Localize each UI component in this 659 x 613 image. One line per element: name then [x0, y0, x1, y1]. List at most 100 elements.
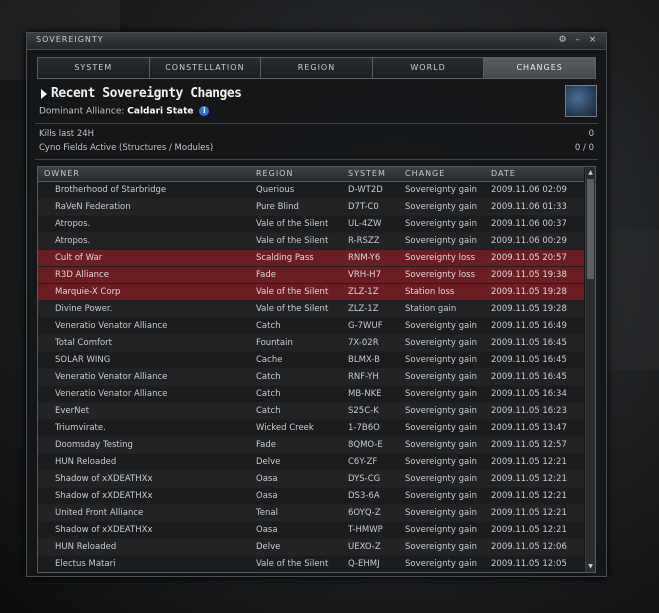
table-row[interactable]: SOLAR WING Cache BLMX-B Sovereignty gain 200… — [38, 352, 584, 369]
change-cell: Sovereignty gain — [405, 202, 477, 212]
info-icon[interactable]: i — [199, 106, 210, 116]
table-row[interactable]: Cult of War Scalding Pass RNM-Y6 Sovereignt… — [38, 250, 584, 267]
expand-arrow-icon — [41, 89, 47, 99]
region-cell: Fountain — [256, 338, 293, 348]
system-cell: UL-4ZW — [348, 219, 382, 229]
table-row[interactable]: Atropos. Vale of the Silent R-RSZZ Sovereig… — [38, 233, 584, 250]
system-cell: C6Y-ZF — [348, 457, 378, 467]
change-cell: Sovereignty loss — [405, 270, 476, 280]
owner-cell: Total Comfort — [55, 338, 112, 348]
region-cell: Catch — [256, 321, 281, 331]
system-cell: RNM-Y6 — [348, 253, 381, 263]
window-titlebar[interactable]: SOVEREIGNTY ⚙ – × — [27, 33, 606, 50]
table-row[interactable]: Atropos. Vale of the Silent UL-4ZW Sovereig… — [38, 216, 584, 233]
system-cell: MB-NKE — [348, 389, 382, 399]
table-row[interactable]: Electus Matari Vale of the Silent Q-EHMJ So… — [38, 556, 584, 572]
owner-cell: Shadow of xXDEATHXx — [55, 525, 153, 535]
region-cell: Vale of the Silent — [256, 236, 329, 246]
change-cell: Sovereignty gain — [405, 219, 477, 229]
table-row[interactable]: Divine Power. Vale of the Silent ZLZ-1Z Sta… — [38, 301, 584, 318]
minimize-icon[interactable]: – — [572, 35, 583, 46]
date-cell: 2009.11.05 16:45 — [491, 338, 567, 348]
date-cell: 2009.11.05 12:06 — [491, 542, 567, 552]
table-row[interactable]: Total Comfort Fountain 7X-02R Sovereignty g… — [38, 335, 584, 352]
tab-constellation[interactable]: CONSTELLATION — [149, 58, 262, 78]
column-header-system[interactable]: SYSTEM — [348, 169, 386, 178]
owner-cell: Doomsday Testing — [55, 440, 133, 450]
change-cell: Sovereignty gain — [405, 406, 477, 416]
table-row[interactable]: HUN Reloaded Delve C6Y-ZF Sovereignty gain 2… — [38, 454, 584, 471]
change-cell: Sovereignty gain — [405, 559, 477, 569]
table-row[interactable]: RaVeN Federation Pure Blind D7T-C0 Sovereig… — [38, 199, 584, 216]
change-cell: Sovereignty gain — [405, 508, 477, 518]
region-cell: Cache — [256, 355, 283, 365]
scroll-up-icon[interactable]: ▲ — [587, 169, 594, 176]
table-row[interactable]: HUN Reloaded Delve UEXO-Z Sovereignty gain 2… — [38, 539, 584, 556]
change-cell: Station gain — [405, 304, 457, 314]
table-row[interactable]: R3D Alliance Fade VRH-H7 Sovereignty loss 20… — [38, 267, 584, 284]
system-cell: D7T-C0 — [348, 202, 379, 212]
region-cell: Catch — [256, 406, 281, 416]
settings-icon[interactable]: ⚙ — [557, 35, 568, 46]
owner-cell: Marquie-X Corp — [55, 287, 121, 297]
date-cell: 2009.11.05 16:23 — [491, 406, 567, 416]
system-cell: T-HMWP — [348, 525, 383, 535]
tab-changes[interactable]: CHANGES — [484, 58, 595, 78]
scroll-thumb[interactable] — [587, 179, 594, 279]
table-row[interactable]: Veneratio Venator Alliance Catch RNF-YH Sov… — [38, 369, 584, 386]
system-cell: D-WT2D — [348, 185, 383, 195]
region-cell: Pure Blind — [256, 202, 299, 212]
tab-world[interactable]: WORLD — [372, 58, 485, 78]
column-header-owner[interactable]: OWNER — [44, 169, 80, 178]
cyno-value: 0 / 0 — [574, 143, 594, 153]
date-cell: 2009.11.05 16:45 — [491, 372, 567, 382]
table-row[interactable]: Shadow of xXDEATHXx Oasa DS3-6A Sovereignty… — [38, 488, 584, 505]
region-cell: Delve — [256, 457, 281, 467]
system-cell: R-RSZZ — [348, 236, 380, 246]
system-cell: S25C-K — [348, 406, 379, 416]
system-cell: 6OYQ-Z — [348, 508, 381, 518]
system-cell: ZLZ-1Z — [348, 287, 379, 297]
table-row[interactable]: Doomsday Testing Fade 8QMO-E Sovereignty ga… — [38, 437, 584, 454]
table-row[interactable]: Veneratio Venator Alliance Catch G-7WUF Sov… — [38, 318, 584, 335]
change-cell: Sovereignty gain — [405, 542, 477, 552]
owner-cell: Veneratio Venator Alliance — [55, 389, 168, 399]
scroll-down-icon[interactable]: ▼ — [587, 563, 594, 570]
change-cell: Sovereignty gain — [405, 355, 477, 365]
table-row[interactable]: Veneratio Venator Alliance Catch MB-NKE Sov… — [38, 386, 584, 403]
column-header-region[interactable]: REGION — [256, 169, 293, 178]
date-cell: 2009.11.05 12:21 — [491, 457, 567, 467]
table-row[interactable]: Shadow of xXDEATHXx Oasa T-HMWP Sovereignty… — [38, 522, 584, 539]
owner-cell: HUN Reloaded — [55, 457, 117, 467]
system-cell: DS3-6A — [348, 491, 380, 501]
system-cell: ZLZ-1Z — [348, 304, 379, 314]
region-cell: Tenal — [256, 508, 278, 518]
table-row[interactable]: United Front Alliance Tenal 6OYQ-Z Sovereig… — [38, 505, 584, 522]
owner-cell: Atropos. — [55, 236, 91, 246]
owner-cell: Veneratio Venator Alliance — [55, 372, 168, 382]
date-cell: 2009.11.05 12:21 — [491, 525, 567, 535]
owner-cell: HUN Reloaded — [55, 542, 117, 552]
change-cell: Sovereignty gain — [405, 440, 477, 450]
column-header-change[interactable]: CHANGE — [405, 169, 445, 178]
system-cell: UEXO-Z — [348, 542, 381, 552]
region-cell: Vale of the Silent — [256, 219, 329, 229]
owner-cell: SOLAR WING — [55, 355, 111, 365]
cyno-label: Cyno Fields Active (Structures / Modules… — [39, 143, 214, 153]
change-cell: Sovereignty gain — [405, 185, 477, 195]
owner-cell: Brotherhood of Starbridge — [55, 185, 167, 195]
tab-region[interactable]: REGION — [261, 58, 373, 78]
table-row[interactable]: EverNet Catch S25C-K Sovereignty gain 2009.1… — [38, 403, 584, 420]
scrollbar[interactable]: ▲ ▼ — [585, 167, 595, 572]
column-header-date[interactable]: DATE — [491, 169, 516, 178]
close-icon[interactable]: × — [587, 35, 598, 46]
table-row[interactable]: Triumvirate. Wicked Creek 1-7B6O Sovereignt… — [38, 420, 584, 437]
table-row[interactable]: Shadow of xXDEATHXx Oasa DYS-CG Sovereignty… — [38, 471, 584, 488]
table-header: OWNER REGION SYSTEM CHANGE DATE — [38, 167, 584, 182]
tab-system[interactable]: SYSTEM — [38, 58, 150, 78]
system-cell: DYS-CG — [348, 474, 381, 484]
table-row[interactable]: Brotherhood of Starbridge Querious D-WT2D S… — [38, 182, 584, 199]
date-cell: 2009.11.06 00:29 — [491, 236, 567, 246]
table-row[interactable]: Marquie-X Corp Vale of the Silent ZLZ-1Z St… — [38, 284, 584, 301]
change-cell: Station loss — [405, 287, 455, 297]
